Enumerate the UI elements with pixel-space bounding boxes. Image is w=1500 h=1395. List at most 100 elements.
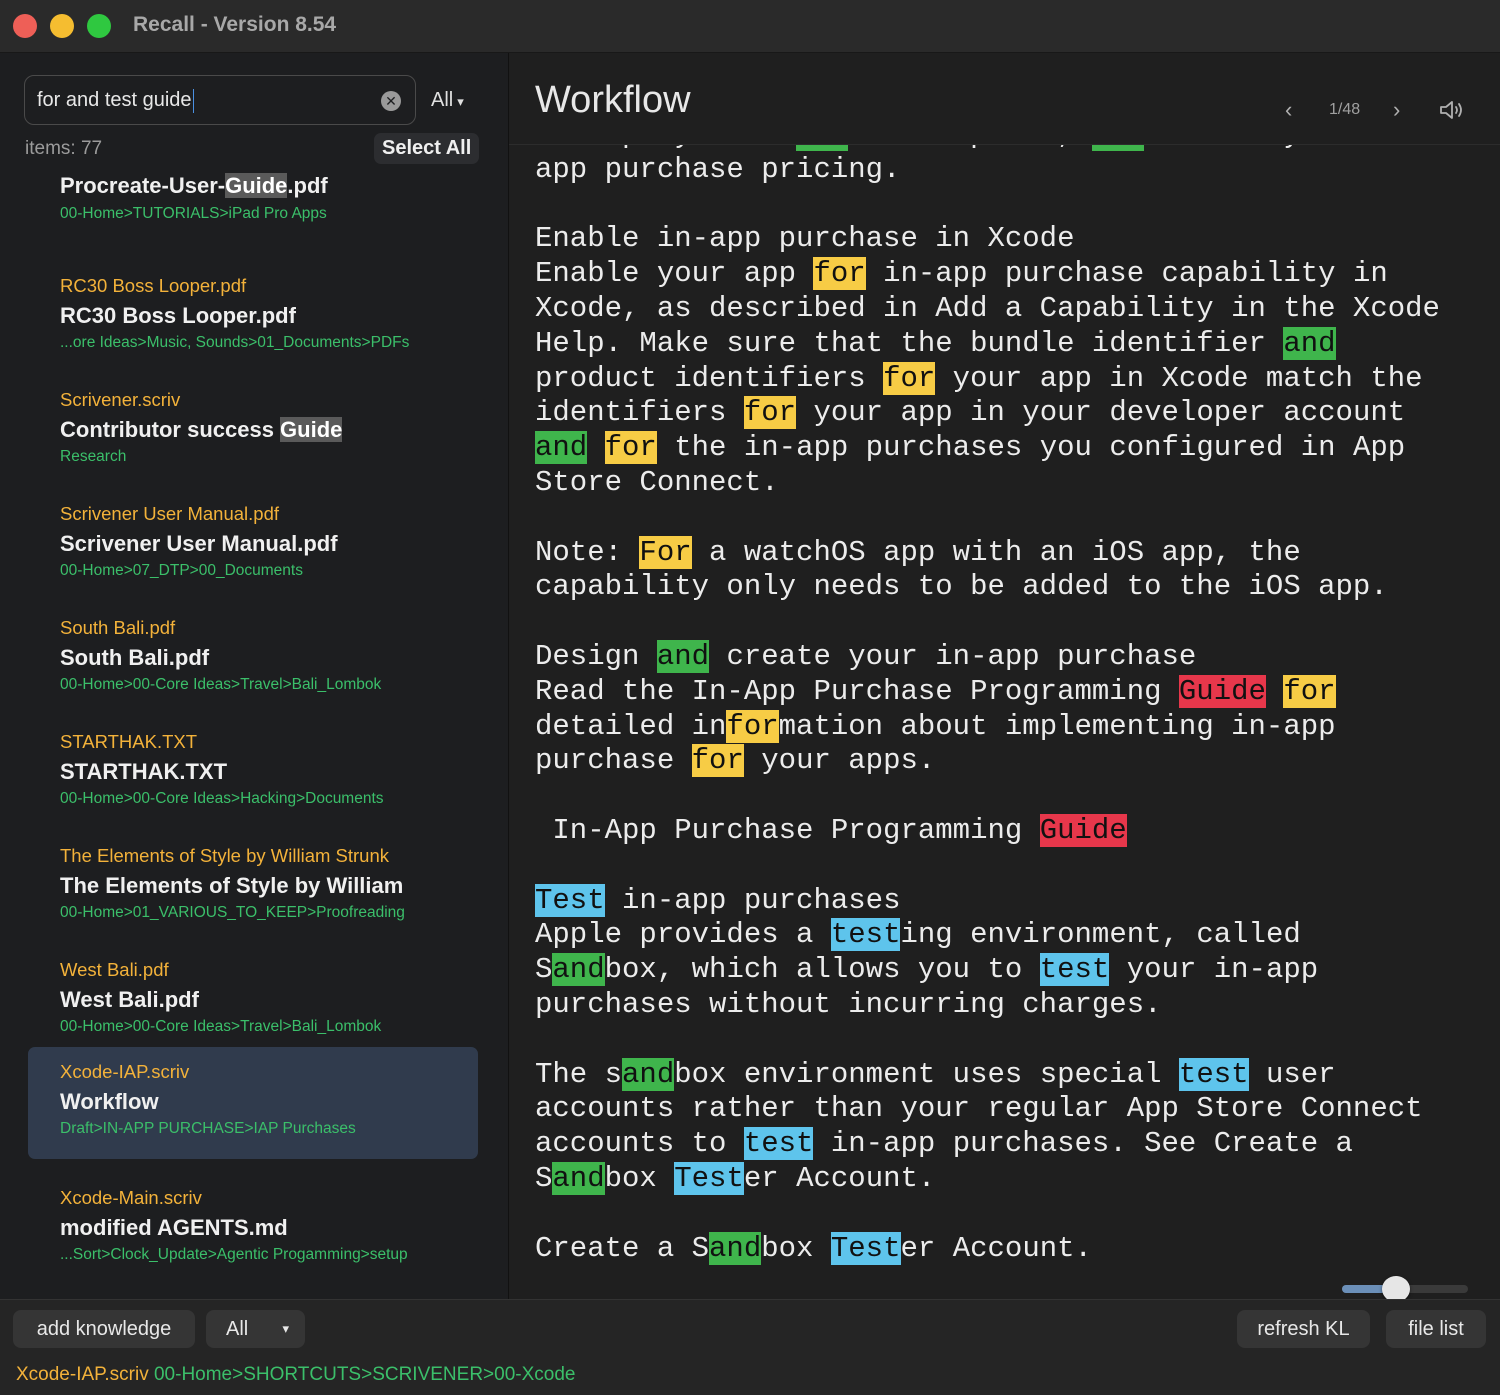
- knowledge-scope-select[interactable]: All ▾: [206, 1310, 305, 1348]
- document-text: Read the In-App Purchase Programming: [535, 674, 1179, 708]
- result-item[interactable]: Xcode-Main.scriv modified AGENTS.md ...Sor…: [28, 1173, 478, 1285]
- document-line: capability only needs to be added to the…: [535, 570, 1485, 605]
- document-text: capability only needs to be added to the…: [535, 570, 1388, 604]
- document-text: purchase: [535, 744, 692, 778]
- search-hit-highlight: and: [552, 953, 605, 987]
- search-hit-highlight: for: [691, 744, 744, 778]
- document-title: Workflow: [535, 79, 691, 121]
- result-title-match: Guide: [280, 417, 343, 442]
- search-hit-highlight: for: [813, 257, 866, 291]
- results-pane: for and test guide ✕ All ▾ items: 77 Sele…: [0, 53, 509, 1299]
- clear-search-icon[interactable]: ✕: [381, 91, 401, 111]
- search-scope-label: All: [431, 89, 454, 111]
- header-divider: [509, 144, 1500, 145]
- document-line: Create a Sandbox Tester Account.: [535, 1231, 1485, 1267]
- speaker-icon[interactable]: [1439, 99, 1465, 121]
- search-input[interactable]: for and test guide: [37, 76, 377, 124]
- document-text: The s: [535, 1057, 623, 1091]
- search-hit-highlight: for: [726, 709, 779, 743]
- document-text: Note:: [535, 535, 640, 569]
- add-knowledge-button[interactable]: add knowledge: [13, 1310, 195, 1348]
- result-title-text: West Bali.pdf: [60, 987, 199, 1012]
- document-text: a watchOS app with an iOS app, the: [691, 535, 1301, 569]
- result-title: Contributor success Guide: [60, 417, 343, 443]
- result-item[interactable]: The Elements of Style by William Strunk T…: [28, 831, 478, 943]
- search-scope-dropdown[interactable]: All ▾: [431, 89, 464, 112]
- result-title-text: .pdf: [287, 173, 328, 198]
- document-content: a display name and description, and choo…: [535, 118, 1485, 1288]
- document-text: box: [604, 1161, 675, 1195]
- result-file-label: Xcode-Main.scriv: [60, 1187, 202, 1208]
- result-path: 00-Home>00-Core Ideas>Hacking>Documents: [60, 790, 384, 807]
- result-title-text: modified AGENTS.md: [60, 1215, 288, 1240]
- document-line: The sandbox environment uses special tes…: [535, 1057, 1485, 1093]
- app-window: Recall - Version 8.54 for and test guide…: [0, 0, 1500, 1395]
- document-text: Help. Make sure that the bundle identifi…: [535, 326, 1284, 360]
- select-all-button[interactable]: Select All: [374, 133, 480, 164]
- status-bar: Xcode-IAP.scriv 00-Home>SHORTCUTS>SCRIVE…: [16, 1364, 575, 1386]
- next-page-icon[interactable]: ›: [1393, 97, 1400, 123]
- document-text: in-app purchases: [604, 883, 901, 917]
- refresh-kl-button[interactable]: refresh KL: [1237, 1310, 1370, 1348]
- search-hit-highlight: and: [622, 1057, 675, 1091]
- search-hit-highlight: Test: [674, 1161, 744, 1195]
- document-text: box environment uses special: [674, 1057, 1179, 1091]
- search-hit-highlight: test: [743, 1127, 814, 1161]
- result-item[interactable]: West Bali.pdf West Bali.pdf 00-Home>00-Cor…: [28, 945, 478, 1057]
- result-title: The Elements of Style by William: [60, 873, 403, 899]
- document-text: In-App Purchase Programming: [535, 813, 1040, 847]
- document-text: your in-app: [1109, 953, 1319, 987]
- zoom-slider[interactable]: [1342, 1276, 1468, 1299]
- document-text: your apps.: [743, 744, 936, 778]
- search-hit-highlight: for: [1283, 674, 1336, 708]
- document-text: purchases without incurring charges.: [535, 987, 1162, 1021]
- result-title-text: Workflow: [60, 1089, 159, 1114]
- document-text: [1266, 675, 1283, 708]
- search-hit-highlight: and: [656, 639, 710, 673]
- result-item[interactable]: Scrivener User Manual.pdf Scrivener User …: [28, 489, 478, 601]
- result-title: South Bali.pdf: [60, 645, 209, 671]
- search-hit-highlight: Guide: [1178, 674, 1266, 708]
- result-item[interactable]: Scrivener.scriv Contributor success Guide…: [28, 375, 478, 487]
- search-field[interactable]: for and test guide ✕: [24, 75, 416, 125]
- result-item[interactable]: Procreate-User-Guide.pdf 00-Home>TUTORIAL…: [28, 161, 478, 241]
- file-list-button[interactable]: file list: [1386, 1310, 1486, 1348]
- document-text: Xcode, as described in Add a Capability …: [535, 291, 1440, 325]
- document-text: accounts rather than your regular App St…: [535, 1092, 1423, 1126]
- result-item[interactable]: South Bali.pdf South Bali.pdf 00-Home>00-C…: [28, 603, 478, 715]
- document-text: box, which allows you to: [604, 953, 1040, 987]
- result-item[interactable]: RC30 Boss Looper.pdf RC30 Boss Looper.pdf…: [28, 261, 478, 373]
- minimize-window-button[interactable]: [50, 14, 74, 38]
- result-file-label: West Bali.pdf: [60, 959, 169, 980]
- document-viewer: a display name and description, and choo…: [509, 53, 1500, 1299]
- document-text: Design: [535, 639, 657, 673]
- result-file-label: Xcode-IAP.scriv: [60, 1061, 190, 1082]
- document-line: Sandbox, which allows you to test your i…: [535, 953, 1485, 988]
- document-text: Store Connect.: [535, 465, 779, 499]
- result-title-text: Scrivener User Manual.pdf: [60, 531, 338, 556]
- document-line: and for the in-app purchases you configu…: [535, 431, 1485, 466]
- search-hit-highlight: and: [709, 1231, 762, 1265]
- document-text: S: [535, 953, 553, 987]
- document-text: in-app purchase capability in: [865, 257, 1388, 291]
- zoom-slider-knob[interactable]: [1382, 1276, 1411, 1299]
- result-title: STARTHAK.TXT: [60, 759, 227, 785]
- document-line: detailed information about implementing …: [535, 709, 1485, 745]
- result-path: 00-Home>01_VARIOUS_TO_KEEP>Proofreading: [60, 904, 405, 921]
- result-item[interactable]: Xcode-IAP.scriv Workflow Draft>IN-APP PURC…: [28, 1047, 478, 1159]
- document-line: purchase for your apps.: [535, 744, 1485, 779]
- bottom-bar: add knowledge All ▾ refresh KL file list …: [0, 1299, 1500, 1395]
- document-text: detailed in: [535, 709, 727, 743]
- close-window-button[interactable]: [13, 14, 37, 38]
- result-item[interactable]: STARTHAK.TXT STARTHAK.TXT 00-Home>00-Core …: [28, 717, 478, 829]
- zoom-window-button[interactable]: [87, 14, 111, 38]
- search-hit-highlight: Test: [830, 1231, 901, 1265]
- search-hit-highlight: test: [1178, 1057, 1249, 1091]
- search-hit-highlight: Test: [535, 883, 605, 917]
- previous-page-icon[interactable]: ‹: [1285, 97, 1292, 123]
